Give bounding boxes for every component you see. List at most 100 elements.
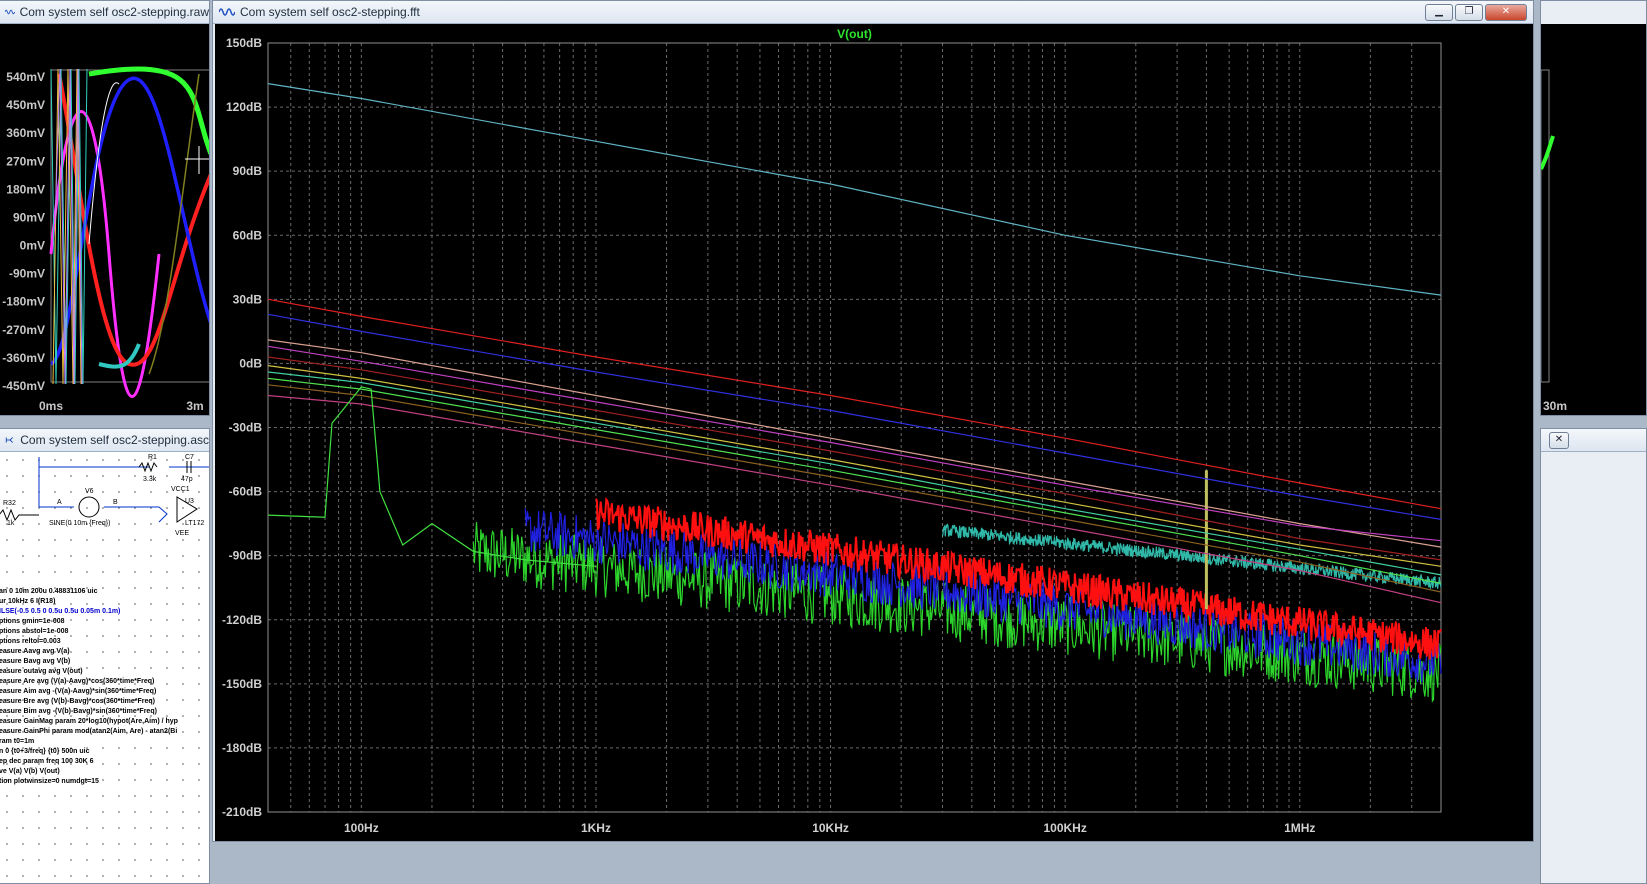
spice-directive[interactable]: easure Aavg avg V(a) xyxy=(0,648,70,655)
x-tick-label: 1MHz xyxy=(1284,821,1315,835)
spice-directive[interactable]: n 0 {t0+3/freq} {t0} 500n uic xyxy=(0,748,89,755)
spice-directive[interactable]: easure GainPhi param mod(atan2(Aim, Are)… xyxy=(0,728,177,735)
series-line xyxy=(267,83,1442,296)
series-line xyxy=(267,298,1442,510)
y-tick-label: -60dB xyxy=(229,485,263,499)
vcc-label: VCC1 xyxy=(171,486,190,493)
right-partial-window-top[interactable]: 30m xyxy=(1540,0,1647,416)
restore-button[interactable]: ❐ xyxy=(1455,4,1483,21)
x-tick-label: 10KHz xyxy=(812,821,849,835)
raw-window-titlebar[interactable]: Com system self osc2-stepping.raw xyxy=(0,1,209,24)
y-tick-label: 60dB xyxy=(233,228,263,242)
series-line xyxy=(267,365,1442,567)
raw-y-tick: 360mV xyxy=(6,126,45,140)
series-line xyxy=(267,313,1442,520)
spice-directive[interactable]: tion plotwinsize=0 numdgt=15 xyxy=(0,778,99,785)
y-tick-label: 90dB xyxy=(233,164,263,178)
x-tick-label: 100Hz xyxy=(344,821,379,835)
fft-window-title: Com system self osc2-stepping.fft xyxy=(240,5,420,19)
raw-plot-area[interactable]: 540mV 450mV 360mV 270mV 180mV 90mV 0mV -90mV -18… xyxy=(0,24,209,415)
raw-y-tick: 540mV xyxy=(6,70,45,84)
raw-plot-svg: 540mV 450mV 360mV 270mV 180mV 90mV 0mV -90mV -18… xyxy=(2,66,209,413)
spice-directive[interactable]: easure Aim avg -(V(a)-Aavg)*sin(360*time… xyxy=(0,688,156,695)
u3-label: U3 xyxy=(185,498,194,505)
spice-directive[interactable]: easure Bavg avg V(b) xyxy=(0,658,70,665)
spice-directive[interactable]: easure outavg avg V(out) xyxy=(0,668,83,675)
raw-y-tick: 270mV xyxy=(6,154,45,168)
spice-directive[interactable]: ram t0=1m xyxy=(0,738,34,745)
y-tick-label: 150dB xyxy=(226,36,262,50)
spice-directive[interactable]: ur 10kHz 6 I(R18) xyxy=(0,598,55,605)
raw-y-tick: -270mV xyxy=(2,323,45,337)
series-line xyxy=(267,384,1442,593)
y-tick-label: -30dB xyxy=(229,421,263,435)
vee-label: VEE xyxy=(175,530,190,537)
spice-directive[interactable]: an 0 10m 200u 0.48831106 uic xyxy=(0,588,97,595)
right-partial-x-tick: 30m xyxy=(1543,399,1567,413)
raw-y-tick: -90mV xyxy=(9,267,45,281)
c7-label: C7 xyxy=(185,454,194,461)
series-line xyxy=(267,371,1442,576)
window-controls: ▁ ❐ ✕ xyxy=(1425,4,1527,21)
raw-y-tick: 450mV xyxy=(6,98,45,112)
schematic-window[interactable]: Com system self osc2-stepping.asc R1 3.3… xyxy=(0,428,210,884)
schematic-window-title: Com system self osc2-stepping.asc xyxy=(20,433,209,447)
y-tick-label: 120dB xyxy=(226,100,262,114)
spice-directive[interactable]: ptions gmin=1e-008 xyxy=(0,618,65,625)
schematic-canvas[interactable]: R1 3.3k C7 47p VCC1 R32 1k A V6 B U3 SIN… xyxy=(0,452,209,883)
y-tick-label: 0dB xyxy=(239,356,262,370)
series-line xyxy=(267,339,1442,548)
spice-directive[interactable]: ptions abstol=1e-008 xyxy=(0,628,68,635)
spice-directive[interactable]: ve V(a) V(b) V(out) xyxy=(0,768,60,775)
spice-directive[interactable]: ptions reltol=0.003 xyxy=(0,638,61,645)
r1-label: R1 xyxy=(148,454,157,461)
c7-value: 47p xyxy=(181,476,193,483)
series-line xyxy=(267,345,1442,542)
right-partial-titlebar[interactable]: ✕ xyxy=(1541,429,1646,452)
u3-part-label: LT172 xyxy=(185,520,205,527)
schematic-wires xyxy=(0,457,209,523)
raw-waveforms xyxy=(49,66,209,398)
spice-directive[interactable]: easure Bre avg (V(b)-Bavg)*cos(360*time*… xyxy=(0,698,155,705)
raw-y-tick: 90mV xyxy=(13,210,45,224)
fft-window[interactable]: Com system self osc2-stepping.fft ▁ ❐ ✕ … xyxy=(212,0,1534,842)
y-tick-label: 30dB xyxy=(233,292,263,306)
raw-y-tick: 180mV xyxy=(6,182,45,196)
fft-plot-area[interactable]: V(out) 150dB 120dB 90dB 60dB 30dB 0dB -30dB -60d… xyxy=(215,24,1533,841)
sine-source-label: SINE(0 10m {Freq}) xyxy=(49,520,111,527)
raw-y-tick: -450mV xyxy=(2,379,45,393)
node-b-label: B xyxy=(113,499,118,506)
minimize-button[interactable]: ▁ xyxy=(1425,4,1453,21)
right-partial-window-bottom[interactable]: ✕ xyxy=(1540,428,1647,884)
waveform-icon xyxy=(5,9,15,15)
raw-waveform-window[interactable]: Com system self osc2-stepping.raw 540mV 4… xyxy=(0,0,210,416)
y-tick-label: -120dB xyxy=(222,613,262,627)
r32-label: R32 xyxy=(3,500,16,507)
v6-label: V6 xyxy=(85,488,94,495)
series-line xyxy=(267,356,1442,561)
schematic-window-titlebar[interactable]: Com system self osc2-stepping.asc xyxy=(0,429,209,452)
raw-y-tick: -360mV xyxy=(2,351,45,365)
spice-directive[interactable]: easure Are avg (V(a)-Aavg)*cos(360*time*… xyxy=(0,678,154,685)
right-partial-close-button[interactable]: ✕ xyxy=(1549,432,1569,449)
raw-x-tick: 0ms xyxy=(39,399,63,413)
x-tick-label: 1KHz xyxy=(581,821,611,835)
y-tick-label: -90dB xyxy=(229,549,263,563)
r1-value: 3.3k xyxy=(143,476,157,483)
node-a-label: A xyxy=(57,499,62,506)
right-partial-plot: 30m xyxy=(1541,24,1646,415)
raw-x-tick: 3m xyxy=(186,399,203,413)
spice-directive[interactable]: easure GainMag param 20*log10(hypot(Are,… xyxy=(0,718,178,725)
close-button[interactable]: ✕ xyxy=(1485,4,1527,21)
raw-y-tick: -180mV xyxy=(2,295,45,309)
spice-directive[interactable]: ep dec param freq 100 30K 6 xyxy=(0,758,94,765)
fft-chart: V(out) 150dB 120dB 90dB 60dB 30dB 0dB -30dB -60d… xyxy=(222,27,1442,835)
fft-window-titlebar[interactable]: Com system self osc2-stepping.fft ▁ ❐ ✕ xyxy=(213,1,1533,24)
chart-title: V(out) xyxy=(837,27,872,41)
schematic-icon xyxy=(5,437,14,443)
spice-directive[interactable]: easure Bim avg -(V(b)-Bavg)*sin(360*time… xyxy=(0,708,157,715)
raw-y-tick: 0mV xyxy=(20,239,45,253)
waveform-icon xyxy=(219,8,235,16)
spice-directive[interactable]: ILSE(-0.5 0.5 0 0.5u 0.5u 0.05m 0.1m) xyxy=(0,608,120,615)
grid-lines xyxy=(267,42,1442,813)
